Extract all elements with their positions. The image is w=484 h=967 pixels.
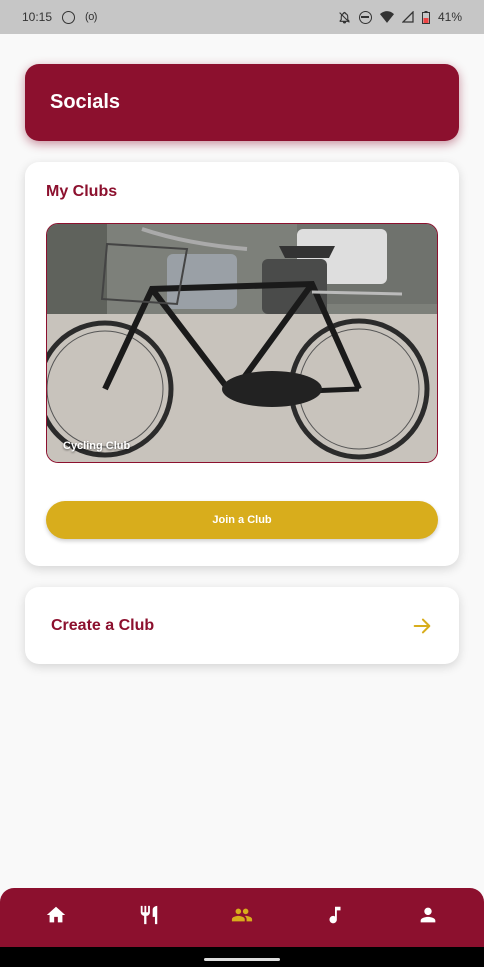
music-note-icon	[324, 904, 346, 931]
join-club-button[interactable]: Join a Club	[46, 501, 438, 539]
nav-home[interactable]	[31, 893, 81, 943]
system-navigation-area	[0, 947, 484, 967]
nav-socials[interactable]	[217, 893, 267, 943]
status-time: 10:15	[22, 10, 53, 24]
status-bar: 10:15 (o) 41%	[0, 0, 484, 34]
nav-restaurant[interactable]	[124, 893, 174, 943]
gesture-handle[interactable]	[204, 958, 280, 961]
arrow-forward-icon	[411, 615, 433, 637]
restaurant-icon	[138, 904, 160, 931]
my-clubs-title: My Clubs	[46, 183, 118, 200]
signal-icon	[401, 11, 414, 23]
nav-music[interactable]	[310, 893, 360, 943]
home-icon	[45, 904, 67, 931]
page-title: Socials	[50, 91, 121, 113]
nav-profile[interactable]	[403, 893, 453, 943]
people-icon	[229, 904, 255, 931]
page-header: Socials	[25, 64, 459, 141]
clock-icon	[62, 10, 76, 24]
club-name: Cycling Club	[63, 440, 131, 452]
club-card-cycling[interactable]: Cycling Club	[46, 223, 438, 463]
do-not-disturb-icon	[358, 10, 372, 24]
person-icon	[417, 904, 439, 931]
my-clubs-card: My Clubs Cycling Club Join a Club	[25, 162, 459, 566]
status-indicator: (o)	[85, 11, 97, 23]
create-club-card[interactable]: Create a Club	[25, 587, 459, 664]
wifi-icon	[379, 11, 394, 23]
notifications-off-icon	[338, 11, 351, 24]
bottom-navigation	[0, 888, 484, 947]
bicycle-photo	[47, 224, 437, 462]
create-club-label: Create a Club	[51, 616, 155, 634]
battery-icon	[421, 10, 430, 24]
battery-percent: 41%	[437, 10, 462, 24]
